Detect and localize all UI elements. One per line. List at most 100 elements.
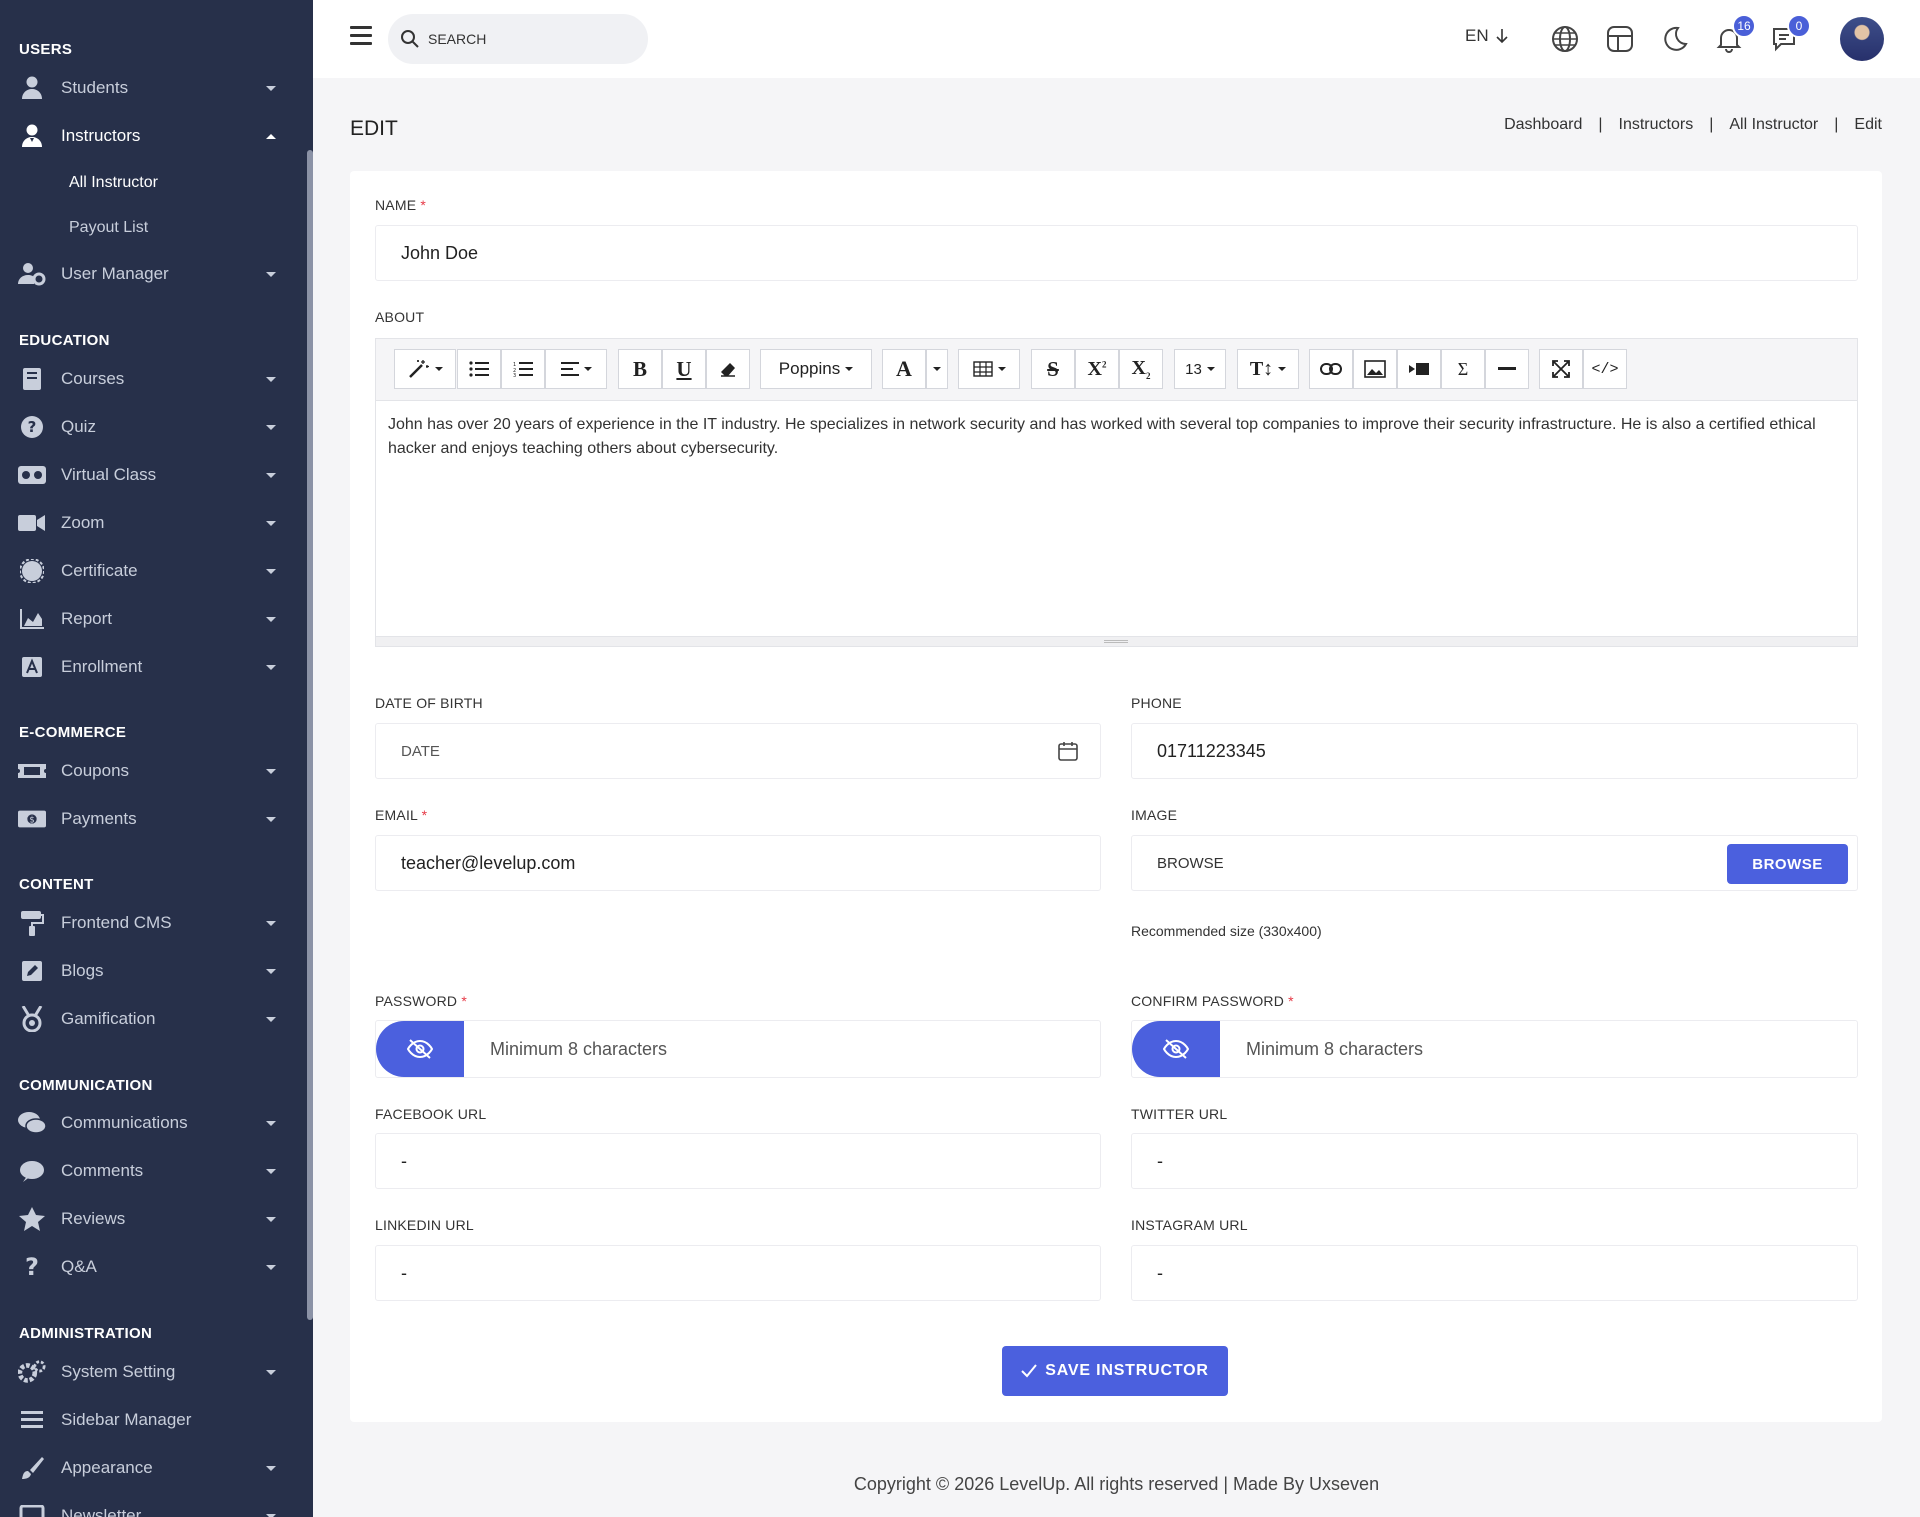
sidebar-item-students[interactable]: Students xyxy=(0,68,300,108)
instagram-url-input[interactable] xyxy=(1131,1245,1858,1301)
save-instructor-button[interactable]: SAVE INSTRUCTOR xyxy=(1002,1346,1228,1396)
sidebar-subitem-all-instructor[interactable]: All Instructor xyxy=(69,174,158,192)
chevron-down-icon xyxy=(266,920,276,926)
layout-icon[interactable] xyxy=(1605,24,1635,54)
search-input[interactable] xyxy=(428,31,628,47)
strikethrough-button[interactable]: S xyxy=(1031,349,1075,389)
superscript-button[interactable]: X2 xyxy=(1075,349,1119,389)
code-view-button[interactable]: </> xyxy=(1583,349,1627,389)
sidebar-subitem-payout-list[interactable]: Payout List xyxy=(69,219,148,237)
sidebar-item-coupons[interactable]: Coupons xyxy=(0,751,300,791)
check-icon xyxy=(1021,1364,1038,1378)
confirm-password-input[interactable] xyxy=(1221,1021,1856,1077)
sidebar-item-enrollment[interactable]: Enrollment xyxy=(0,647,300,687)
fullscreen-button[interactable] xyxy=(1539,349,1583,389)
editor-content[interactable]: John has over 20 years of experience in … xyxy=(388,413,1848,461)
password-input[interactable] xyxy=(465,1021,1099,1077)
link-button[interactable] xyxy=(1309,349,1353,389)
sidebar-item-communications[interactable]: Communications xyxy=(0,1103,300,1143)
font-size-select[interactable]: 13 xyxy=(1174,349,1226,389)
sidebar-item-label: Payments xyxy=(61,809,137,828)
notification-bell-icon[interactable]: 16 xyxy=(1714,14,1756,54)
underline-button[interactable]: U xyxy=(662,349,706,389)
facebook-url-input[interactable] xyxy=(375,1133,1101,1189)
chevron-down-icon xyxy=(266,424,276,430)
chevron-down-icon xyxy=(266,1216,276,1222)
message-icon[interactable]: 0 xyxy=(1769,14,1811,54)
sidebar-item-label: Certificate xyxy=(61,561,138,580)
breadcrumb-all-instructor[interactable]: All Instructor xyxy=(1729,116,1818,134)
sidebar-item-label: Frontend CMS xyxy=(61,913,172,932)
sidebar-item-reviews[interactable]: Reviews xyxy=(0,1199,300,1239)
sidebar-item-user-manager[interactable]: User Manager xyxy=(0,254,300,294)
sidebar-item-certificate[interactable]: Certificate xyxy=(0,551,300,591)
image-placeholder: BROWSE xyxy=(1157,854,1224,872)
sidebar-item-report[interactable]: Report xyxy=(0,599,300,639)
sidebar-item-payments[interactable]: $ Payments xyxy=(0,799,300,839)
image-file-field[interactable]: BROWSE BROWSE xyxy=(1131,835,1858,891)
section-administration: ADMINISTRATION xyxy=(19,1325,153,1342)
chevron-down-icon xyxy=(266,271,276,277)
math-button[interactable]: Σ xyxy=(1441,349,1485,389)
sidebar-item-comments[interactable]: Comments xyxy=(0,1151,300,1191)
font-family-select[interactable]: Poppins xyxy=(760,349,872,389)
bold-button[interactable]: B xyxy=(618,349,662,389)
sidebar-item-frontend-cms[interactable]: Frontend CMS xyxy=(0,903,300,943)
table-button[interactable] xyxy=(958,349,1020,389)
sidebar-item-qa[interactable]: ? Q&A xyxy=(0,1247,300,1287)
email-label: EMAIL * xyxy=(375,807,427,823)
sidebar-item-virtual-class[interactable]: Virtual Class xyxy=(0,455,300,495)
unordered-list-button[interactable] xyxy=(457,349,501,389)
font-color-dropdown[interactable] xyxy=(926,349,948,389)
align-button[interactable] xyxy=(545,349,607,389)
sidebar-item-system-setting[interactable]: System Setting xyxy=(0,1352,300,1392)
password-label-text: PASSWORD xyxy=(375,993,458,1009)
copyright-text: Copyright © 2026 LevelUp. All rights res… xyxy=(853,1474,1380,1494)
line-height-button[interactable]: T↕ xyxy=(1237,349,1299,389)
search-box[interactable] xyxy=(388,14,648,64)
sidebar-item-zoom[interactable]: Zoom xyxy=(0,503,300,543)
sidebar-item-sidebar-manager[interactable]: Sidebar Manager xyxy=(0,1400,300,1440)
browse-button[interactable]: BROWSE xyxy=(1727,844,1848,884)
sidebar-item-courses[interactable]: Courses xyxy=(0,359,300,399)
editor-resize-handle[interactable] xyxy=(376,636,1857,646)
sidebar-item-newsletter[interactable]: Newsletter xyxy=(0,1496,300,1517)
clear-format-button[interactable] xyxy=(706,349,750,389)
font-color-button[interactable]: A xyxy=(882,349,926,389)
twitter-url-input[interactable] xyxy=(1131,1133,1858,1189)
email-input[interactable] xyxy=(375,835,1101,891)
image-button[interactable] xyxy=(1353,349,1397,389)
sidebar-item-quiz[interactable]: ? Quiz xyxy=(0,407,300,447)
password-visibility-toggle[interactable] xyxy=(376,1021,464,1077)
globe-icon[interactable] xyxy=(1550,24,1580,54)
dob-field[interactable]: DATE xyxy=(375,723,1101,779)
language-selector[interactable]: EN xyxy=(1465,26,1509,46)
sidebar-scrollbar[interactable] xyxy=(307,150,313,1320)
edit-instructor-form: NAME * ABOUT 123 B U Poppins A S X2 X2 1… xyxy=(350,171,1882,1422)
magic-wand-button[interactable] xyxy=(394,349,456,389)
subscript-button[interactable]: X2 xyxy=(1119,349,1163,389)
avatar[interactable] xyxy=(1840,17,1884,61)
sidebar-item-appearance[interactable]: Appearance xyxy=(0,1448,300,1488)
sidebar-item-gamification[interactable]: Gamification xyxy=(0,999,300,1039)
moon-icon[interactable] xyxy=(1659,24,1689,54)
chevron-down-icon xyxy=(266,1120,276,1126)
breadcrumb-instructors[interactable]: Instructors xyxy=(1619,116,1694,134)
confirm-password-visibility-toggle[interactable] xyxy=(1132,1021,1220,1077)
menu-toggle-icon[interactable] xyxy=(350,26,372,46)
eye-slash-icon xyxy=(407,1039,433,1059)
star-icon xyxy=(18,1205,46,1233)
sidebar-item-instructors[interactable]: Instructors xyxy=(0,116,300,156)
breadcrumb-dashboard[interactable]: Dashboard xyxy=(1504,116,1582,134)
video-button[interactable] xyxy=(1397,349,1441,389)
linkedin-label: LINKEDIN URL xyxy=(375,1217,474,1233)
name-input[interactable] xyxy=(375,225,1858,281)
sidebar-item-label: Newsletter xyxy=(61,1506,142,1517)
chevron-down-icon xyxy=(266,768,276,774)
ordered-list-button[interactable]: 123 xyxy=(501,349,545,389)
sidebar-item-blogs[interactable]: Blogs xyxy=(0,951,300,991)
horizontal-rule-button[interactable] xyxy=(1485,349,1529,389)
linkedin-url-input[interactable] xyxy=(375,1245,1101,1301)
phone-input[interactable] xyxy=(1131,723,1858,779)
edit-square-icon xyxy=(18,957,46,985)
